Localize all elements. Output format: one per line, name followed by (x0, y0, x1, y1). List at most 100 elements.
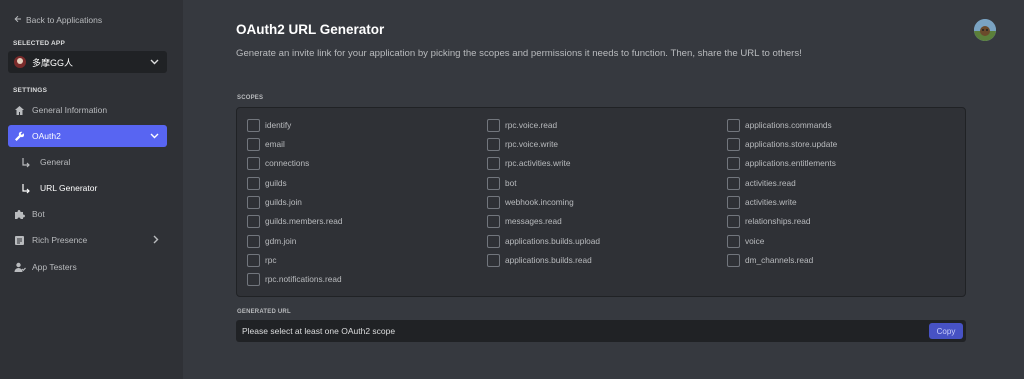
scope-label: rpc (265, 255, 277, 265)
home-icon (13, 104, 26, 117)
generated-url-field[interactable]: Please select at least one OAuth2 scope … (236, 320, 966, 342)
chevron-down-icon (150, 131, 159, 141)
scope-label: rpc.voice.read (505, 120, 558, 130)
scope-checkbox-guilds[interactable]: guilds (247, 176, 287, 190)
sidebar-item-url-generator[interactable]: URL Generator (20, 179, 97, 197)
scope-checkbox-gdm-join[interactable]: gdm.join (247, 234, 296, 248)
scope-checkbox-email[interactable]: email (247, 137, 285, 151)
sidebar-item-label: URL Generator (40, 183, 98, 193)
scope-label: applications.commands (745, 120, 832, 130)
sidebar: Back to Applications SELECTED APP 多摩GG人 … (0, 0, 183, 379)
sidebar-item-general-information[interactable]: General Information (8, 99, 167, 121)
app-selector[interactable]: 多摩GG人 (8, 51, 167, 73)
checkbox[interactable] (487, 214, 500, 228)
sidebar-item-label: App Testers (32, 262, 77, 272)
scope-label: applications.store.update (745, 139, 838, 149)
sidebar-item-bot[interactable]: Bot (8, 203, 167, 225)
checkbox[interactable] (727, 156, 740, 170)
sidebar-item-oauth2-general[interactable]: General (20, 153, 70, 171)
scope-checkbox-applications-store-update[interactable]: applications.store.update (727, 137, 837, 151)
checkbox[interactable] (247, 118, 260, 132)
checkbox[interactable] (247, 156, 260, 170)
subitem-arrow-icon (20, 156, 32, 168)
scope-label: rpc.activities.write (505, 158, 571, 168)
scope-checkbox-rpc-voice-write[interactable]: rpc.voice.write (487, 137, 558, 151)
checkbox[interactable] (247, 137, 260, 151)
sidebar-item-label: Bot (32, 209, 45, 219)
scope-checkbox-rpc-notifications-read[interactable]: rpc.notifications.read (247, 272, 342, 286)
scope-label: identify (265, 120, 292, 130)
scope-checkbox-activities-read[interactable]: activities.read (727, 176, 796, 190)
subitem-arrow-icon (20, 182, 32, 194)
scope-checkbox-applications-commands[interactable]: applications.commands (727, 118, 832, 132)
scope-checkbox-bot[interactable]: bot (487, 176, 517, 190)
checkbox[interactable] (487, 195, 500, 209)
sidebar-item-rich-presence[interactable]: Rich Presence (8, 229, 167, 251)
checkbox[interactable] (247, 234, 260, 248)
scope-checkbox-connections[interactable]: connections (247, 156, 309, 170)
scope-checkbox-guilds-join[interactable]: guilds.join (247, 195, 302, 209)
document-icon (13, 234, 26, 247)
scope-label: rpc.voice.write (505, 139, 559, 149)
scope-label: activities.write (745, 197, 797, 207)
checkbox[interactable] (487, 156, 500, 170)
sidebar-item-oauth2[interactable]: OAuth2 (8, 125, 167, 147)
sidebar-item-label: OAuth2 (32, 131, 61, 141)
scope-label: gdm.join (265, 236, 297, 246)
wrench-icon (13, 130, 26, 143)
chevron-down-icon (149, 57, 159, 67)
selected-app-heading: SELECTED APP (13, 40, 66, 47)
scope-checkbox-relationships-read[interactable]: relationships.read (727, 214, 811, 228)
scope-label: connections (265, 158, 310, 168)
scope-checkbox-messages-read[interactable]: messages.read (487, 214, 562, 228)
scope-checkbox-identify[interactable]: identify (247, 118, 291, 132)
copy-button[interactable]: Copy (929, 323, 963, 339)
checkbox[interactable] (727, 253, 740, 267)
user-avatar[interactable] (974, 19, 996, 41)
checkbox[interactable] (487, 253, 500, 267)
scope-label: rpc.notifications.read (265, 274, 342, 284)
checkbox[interactable] (487, 176, 500, 190)
checkbox[interactable] (727, 214, 740, 228)
back-to-applications-link[interactable]: Back to Applications (14, 15, 102, 25)
checkbox[interactable] (487, 137, 500, 151)
scope-checkbox-voice[interactable]: voice (727, 234, 764, 248)
scope-label: guilds (265, 178, 287, 188)
arrow-left-icon (14, 15, 22, 25)
checkbox[interactable] (247, 176, 260, 190)
checkbox[interactable] (727, 176, 740, 190)
scope-checkbox-rpc[interactable]: rpc (247, 253, 277, 267)
generated-url-value: Please select at least one OAuth2 scope (242, 326, 396, 336)
checkbox[interactable] (247, 214, 260, 228)
checkbox[interactable] (727, 234, 740, 248)
scope-label: webhook.incoming (505, 197, 574, 207)
scope-label: voice (745, 236, 765, 246)
scope-checkbox-webhook-incoming[interactable]: webhook.incoming (487, 195, 574, 209)
page-description: Generate an invite link for your applica… (236, 48, 802, 59)
scope-checkbox-applications-entitlements[interactable]: applications.entitlements (727, 156, 836, 170)
checkbox[interactable] (487, 118, 500, 132)
scopes-panel: identify email connections guilds guilds… (236, 107, 966, 297)
scope-checkbox-rpc-activities-write[interactable]: rpc.activities.write (487, 156, 570, 170)
back-label: Back to Applications (26, 15, 103, 25)
checkbox[interactable] (487, 234, 500, 248)
scope-label: applications.builds.upload (505, 236, 601, 246)
scope-checkbox-rpc-voice-read[interactable]: rpc.voice.read (487, 118, 557, 132)
checkbox[interactable] (247, 272, 260, 286)
sidebar-item-app-testers[interactable]: App Testers (8, 256, 167, 278)
sidebar-item-label: Rich Presence (32, 235, 88, 245)
checkbox[interactable] (247, 253, 260, 267)
scope-checkbox-applications-builds-read[interactable]: applications.builds.read (487, 253, 592, 267)
checkbox[interactable] (727, 118, 740, 132)
scope-checkbox-applications-builds-upload[interactable]: applications.builds.upload (487, 234, 600, 248)
chevron-right-icon (153, 235, 159, 246)
scope-label: relationships.read (745, 216, 811, 226)
scope-checkbox-activities-write[interactable]: activities.write (727, 195, 797, 209)
scope-label: email (265, 139, 285, 149)
checkbox[interactable] (727, 137, 740, 151)
checkbox[interactable] (727, 195, 740, 209)
scope-checkbox-dm-channels-read[interactable]: dm_channels.read (727, 253, 813, 267)
checkbox[interactable] (247, 195, 260, 209)
scope-checkbox-guilds-members-read[interactable]: guilds.members.read (247, 214, 342, 228)
sidebar-item-label: General Information (32, 105, 108, 115)
